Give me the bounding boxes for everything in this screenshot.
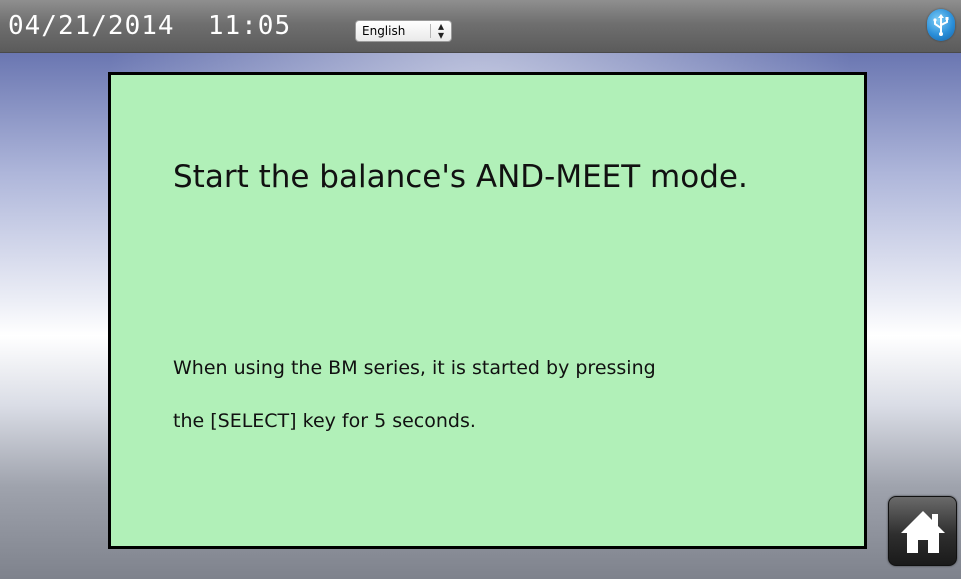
home-icon: [901, 511, 945, 553]
instruction-headline: Start the balance's AND-MEET mode.: [173, 159, 748, 195]
status-bar: 04/21/2014 11:05 English ▴ ▾: [0, 0, 961, 53]
language-select[interactable]: English ▴ ▾: [355, 20, 452, 42]
updown-arrows-icon: ▴ ▾: [437, 19, 445, 42]
usb-icon[interactable]: [927, 9, 955, 41]
instruction-text-line-2: the [SELECT] key for 5 seconds.: [173, 410, 476, 432]
home-button[interactable]: [888, 496, 957, 566]
screen-background: 04/21/2014 11:05 English ▴ ▾ Start the ba…: [0, 0, 961, 579]
language-select-value: English: [362, 24, 406, 38]
instruction-panel: Start the balance's AND-MEET mode. When …: [108, 72, 867, 549]
instruction-text-line-1: When using the BM series, it is started …: [173, 357, 656, 379]
datetime-display: 04/21/2014 11:05: [8, 11, 292, 41]
language-select-divider: [430, 24, 431, 38]
